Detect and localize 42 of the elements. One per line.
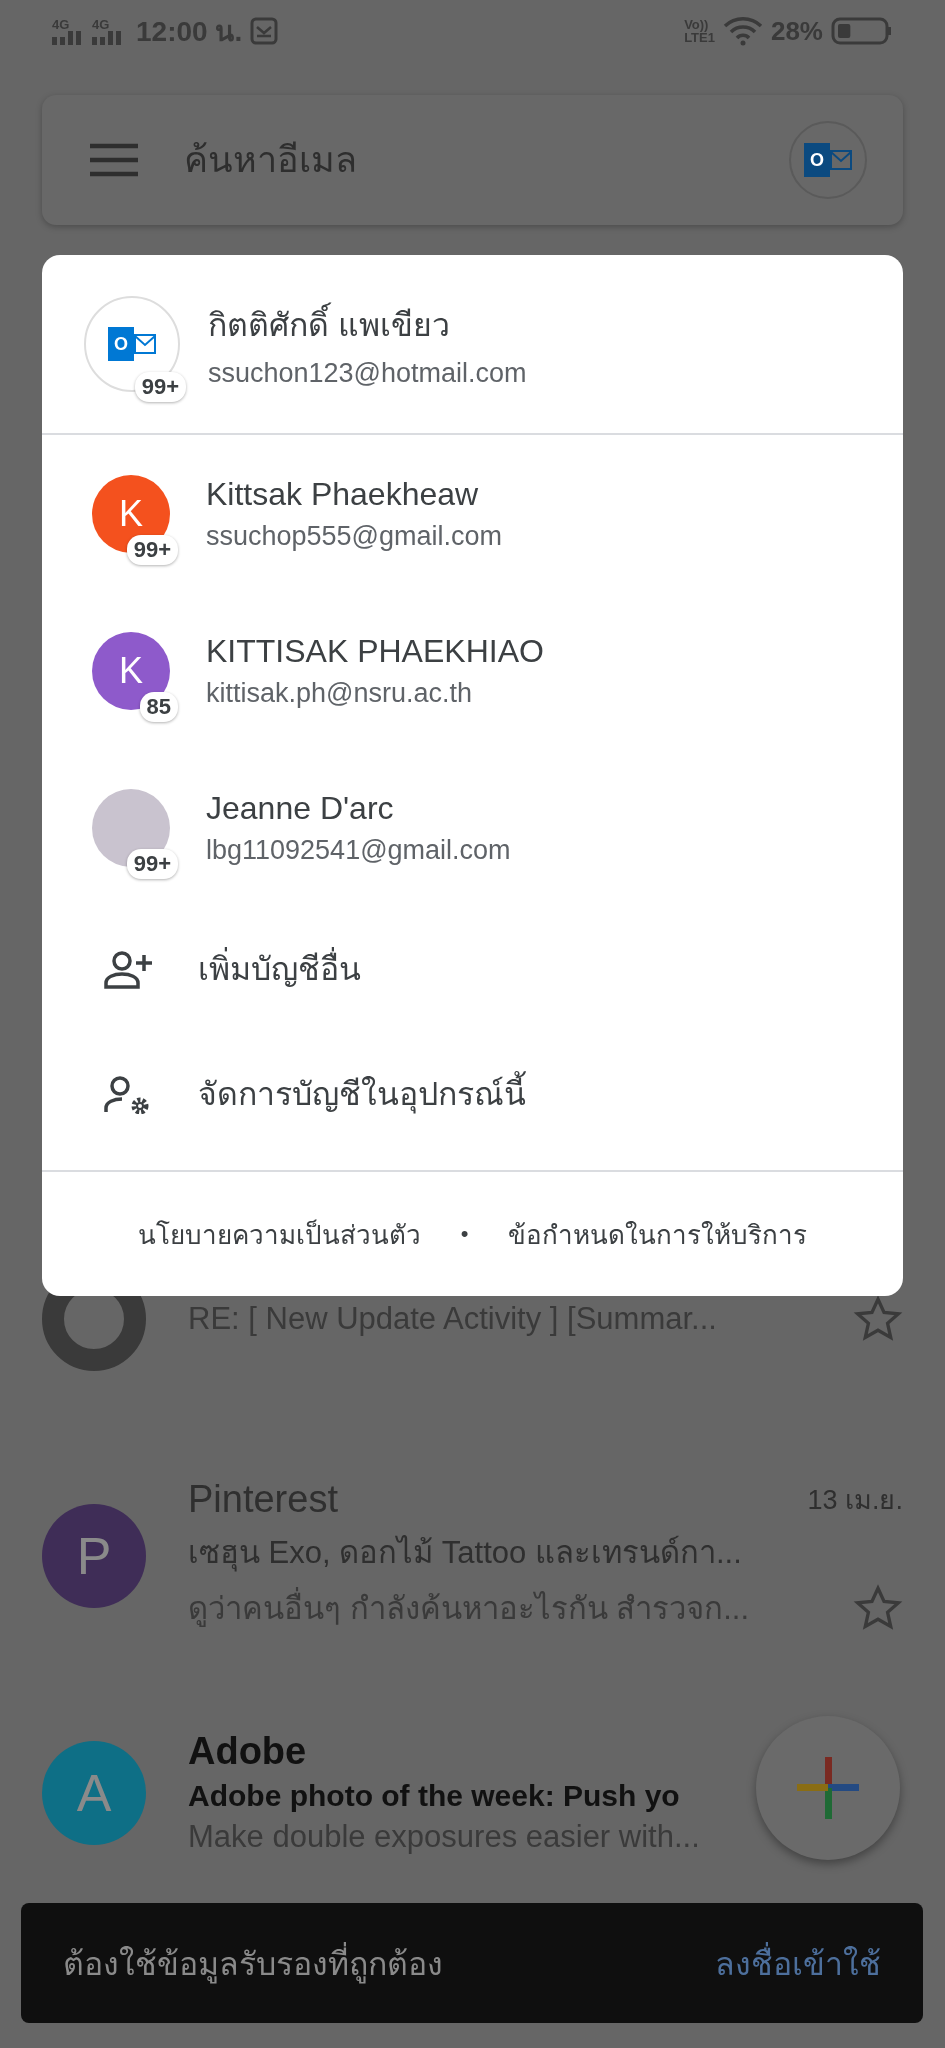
email-date: 13 เม.ย.	[807, 1484, 903, 1517]
account-name: Kittsak Phaekheaw	[206, 475, 480, 513]
wifi-icon	[722, 16, 763, 46]
terms-link[interactable]: ข้อกำหนดในการให้บริการ	[508, 1213, 808, 1255]
account-email: ssuchon123@hotmail.com	[208, 358, 527, 389]
mail-box-icon	[250, 17, 279, 45]
email-subject: เซฮุน Exo, ดอกไม้ Tattoo และเทรนด์กา...	[188, 1534, 742, 1574]
separator-dot: •	[460, 1221, 469, 1247]
account-item[interactable]: K 85 KITTISAK PHAEKHIAO kittisak.ph@nsru.ac.th	[42, 592, 903, 749]
unread-count: 85	[139, 691, 178, 722]
plus-icon	[797, 1757, 859, 1819]
sender-avatar: A	[42, 1740, 146, 1845]
sign-in-button[interactable]: ลงชื่อเข้าใช้	[715, 1937, 881, 1989]
search-bar[interactable]: ค้นหาอีเมล O	[42, 95, 903, 225]
account-email: kittisak.ph@nsru.ac.th	[206, 677, 474, 709]
signal-icon	[52, 30, 84, 45]
unread-count: 99+	[126, 848, 178, 879]
menu-item[interactable]: เพิ่มบัญชีอื่น	[42, 906, 903, 1031]
person-add-icon	[104, 948, 152, 989]
sender-avatar: P	[42, 1503, 146, 1608]
sender-name: Adobe	[188, 1730, 307, 1773]
signal-icon	[92, 30, 124, 45]
email-subject: Adobe photo of the week: Push yo	[188, 1779, 680, 1813]
menu-icon[interactable]	[90, 143, 138, 177]
account-name: กิตติศักดิ์ แพเขียว	[208, 299, 527, 350]
menu-item[interactable]: จัดการบัญชีในอุปกรณ์นี้	[42, 1031, 903, 1156]
account-item[interactable]: K 99+ Kittsak Phaekheaw ssuchop555@gmail.com	[42, 435, 903, 592]
account-email: ssuchop555@gmail.com	[206, 520, 503, 552]
account-item[interactable]: 99+ Jeanne D'arc lbg11092541@gmail.com	[42, 749, 903, 906]
account-name: KITTISAK PHAEKHIAO	[206, 632, 544, 670]
account-avatar[interactable]: O	[789, 121, 867, 199]
snackbar-message: ต้องใช้ข้อมูลรับรองที่ถูกต้อง	[63, 1937, 443, 1989]
outlook-logo: O	[108, 327, 156, 361]
unread-count: 99+	[126, 534, 178, 565]
account-email: lbg11092541@gmail.com	[206, 834, 511, 866]
outlook-logo: O	[804, 143, 852, 177]
battery-icon	[831, 16, 893, 46]
privacy-link[interactable]: นโยบายความเป็นส่วนตัว	[137, 1213, 421, 1255]
sender-name: Pinterest	[188, 1478, 338, 1521]
search-field[interactable]: ค้นหาอีเมล	[182, 138, 789, 182]
unread-count: 99+	[134, 372, 186, 402]
account-name: Jeanne D'arc	[206, 789, 395, 827]
